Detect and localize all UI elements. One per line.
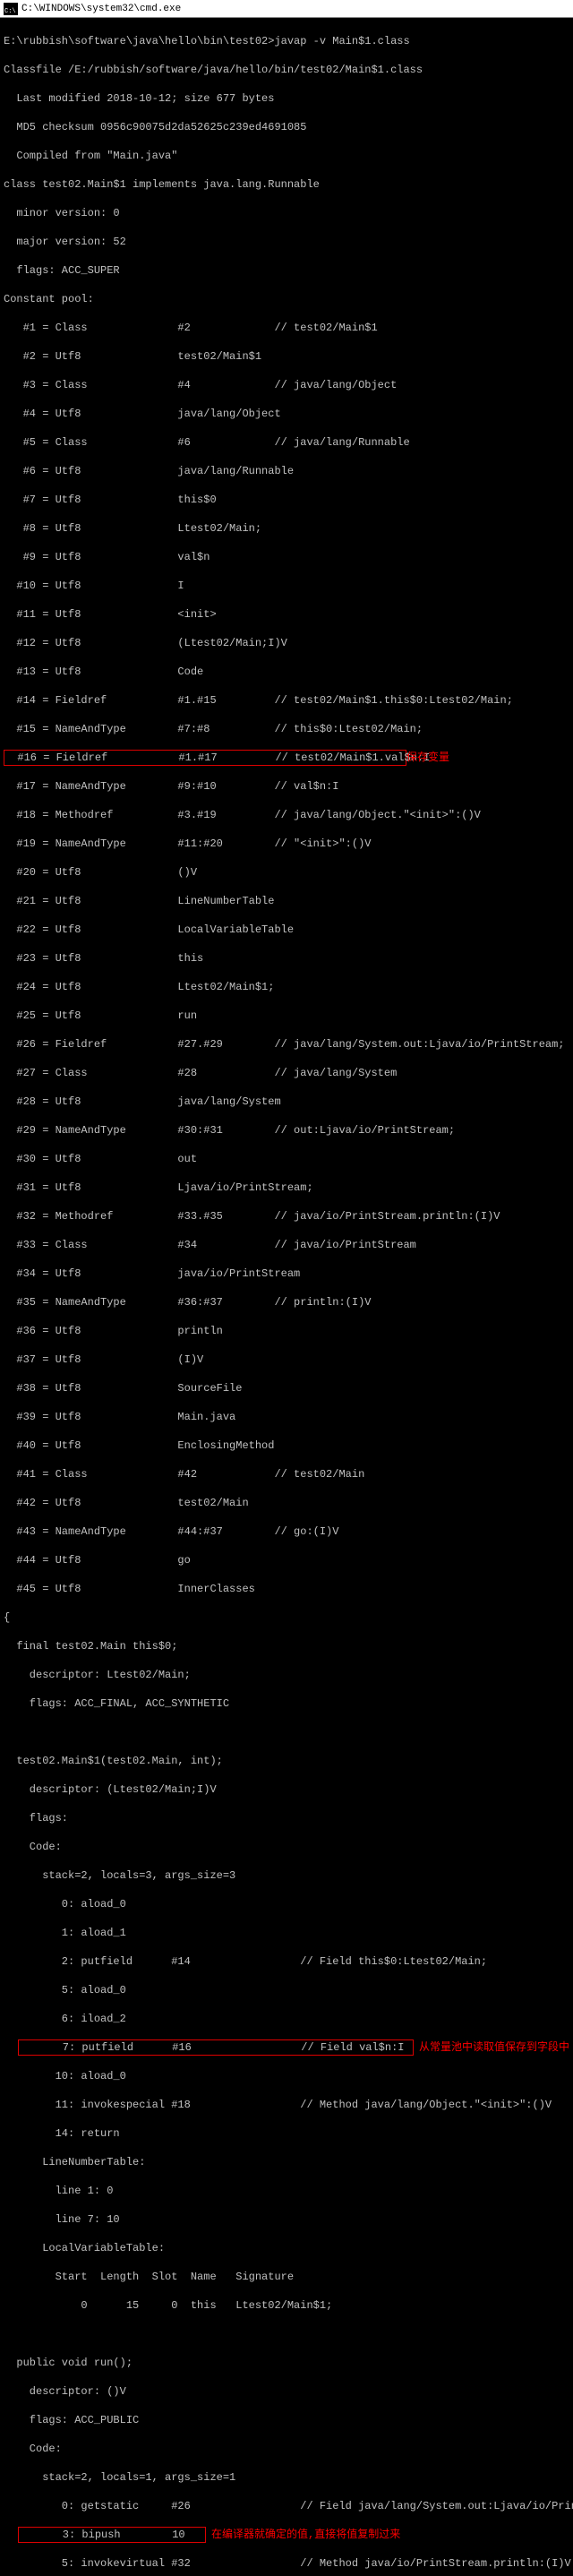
cp-entry: #34 = Utf8 java/io/PrintStream — [4, 1267, 569, 1281]
cp-entry: #30 = Utf8 out — [4, 1152, 569, 1166]
cp-entry: #40 = Utf8 EnclosingMethod — [4, 1438, 569, 1453]
output-line: Classfile /E:/rubbish/software/java/hell… — [4, 63, 569, 77]
output-line: LineNumberTable: — [4, 2155, 569, 2169]
output-line: flags: ACC_PUBLIC — [4, 2413, 569, 2427]
blank-line — [4, 1725, 569, 1739]
cp-entry: #28 = Utf8 java/lang/System — [4, 1095, 569, 1109]
cp-entry: #7 = Utf8 this$0 — [4, 493, 569, 507]
output-line: LocalVariableTable: — [4, 2241, 569, 2255]
output-line: public void run(); — [4, 2356, 569, 2370]
cp-entry: #15 = NameAndType #7:#8 // this$0:Ltest0… — [4, 722, 569, 736]
output-line: flags: ACC_SUPER — [4, 263, 569, 278]
cp-entry: #13 = Utf8 Code — [4, 665, 569, 679]
output-line: MD5 checksum 0956c90075d2da52625c239ed46… — [4, 120, 569, 134]
blank-line — [4, 2327, 569, 2341]
output-line: major version: 52 — [4, 235, 569, 249]
cp-entry: #24 = Utf8 Ltest02/Main$1; — [4, 980, 569, 994]
bytecode-line: 5: invokevirtual #32 // Method java/io/P… — [4, 2556, 569, 2571]
output-line: test02.Main$1(test02.Main, int); — [4, 1754, 569, 1768]
cp-entry: #17 = NameAndType #9:#10 // val$n:I — [4, 779, 569, 794]
highlight-box: #16 = Fieldref #1.#17 // test02/Main$1.v… — [4, 750, 406, 766]
bytecode-line: 3: bipush 10 — [4, 2528, 205, 2542]
bytecode-line: 0: aload_0 — [4, 1897, 569, 1911]
output-line: flags: ACC_FINAL, ACC_SYNTHETIC — [4, 1696, 569, 1711]
cp-entry: #6 = Utf8 java/lang/Runnable — [4, 464, 569, 478]
cp-entry: #32 = Methodref #33.#35 // java/io/Print… — [4, 1209, 569, 1224]
cp-entry: #26 = Fieldref #27.#29 // java/lang/Syst… — [4, 1037, 569, 1052]
cp-entry: #33 = Class #34 // java/io/PrintStream — [4, 1238, 569, 1252]
window-titlebar: C:\WINDOWS\system32\cmd.exe — [0, 0, 573, 18]
annotation-label: 保存变量 — [406, 751, 449, 765]
bytecode-line: 11: invokespecial #18 // Method java/lan… — [4, 2098, 569, 2112]
cp-entry: #27 = Class #28 // java/lang/System — [4, 1066, 569, 1080]
output-line: line 1: 0 — [4, 2184, 569, 2198]
output-line: Code: — [4, 1840, 569, 1854]
output-line: class test02.Main$1 implements java.lang… — [4, 177, 569, 192]
cp-entry: #21 = Utf8 LineNumberTable — [4, 894, 569, 908]
cp-entry: #38 = Utf8 SourceFile — [4, 1381, 569, 1395]
cp-entry: #23 = Utf8 this — [4, 951, 569, 966]
cp-entry: #39 = Utf8 Main.java — [4, 1410, 569, 1424]
output-line: descriptor: Ltest02/Main; — [4, 1668, 569, 1682]
cp-entry: #43 = NameAndType #44:#37 // go:(I)V — [4, 1524, 569, 1539]
cp-entry: #31 = Utf8 Ljava/io/PrintStream; — [4, 1181, 569, 1195]
cp-entry: #29 = NameAndType #30:#31 // out:Ljava/i… — [4, 1123, 569, 1138]
annotation-label: 在编译器就确定的值,直接将值复制过来 — [211, 2528, 400, 2542]
highlight-box: 7: putfield #16 // Field val$n:I — [18, 2039, 414, 2056]
prompt-line: E:\rubbish\software\java\hello\bin\test0… — [4, 34, 569, 48]
output-line: Last modified 2018-10-12; size 677 bytes — [4, 91, 569, 106]
output-line: 0 15 0 this Ltest02/Main$1; — [4, 2298, 569, 2313]
bytecode-line: 7: putfield #16 // Field val$n:I — [4, 2040, 413, 2055]
cp-entry: #4 = Utf8 java/lang/Object — [4, 407, 569, 421]
output-line: { — [4, 1610, 569, 1625]
output-line: Compiled from "Main.java" — [4, 149, 569, 163]
cp-entry: #8 = Utf8 Ltest02/Main; — [4, 521, 569, 536]
cp-entry: #10 = Utf8 I — [4, 579, 569, 593]
cp-entry: #16 = Fieldref #1.#17 // test02/Main$1.v… — [4, 751, 406, 765]
cp-entry: #45 = Utf8 InnerClasses — [4, 1582, 569, 1596]
cp-entry: #2 = Utf8 test02/Main$1 — [4, 349, 569, 364]
bytecode-line: 14: return — [4, 2126, 569, 2141]
cp-entry: #14 = Fieldref #1.#15 // test02/Main$1.t… — [4, 693, 569, 708]
cp-entry: #5 = Class #6 // java/lang/Runnable — [4, 435, 569, 450]
cp-entry: #12 = Utf8 (Ltest02/Main;I)V — [4, 636, 569, 650]
output-line: flags: — [4, 1811, 569, 1825]
output-line: stack=2, locals=3, args_size=3 — [4, 1868, 569, 1883]
cp-entry: #3 = Class #4 // java/lang/Object — [4, 378, 569, 392]
output-line: final test02.Main this$0; — [4, 1639, 569, 1653]
bytecode-line: 6: iload_2 — [4, 2012, 569, 2026]
output-line: Code: — [4, 2442, 569, 2456]
cp-entry: #42 = Utf8 test02/Main — [4, 1496, 569, 1510]
output-line: Constant pool: — [4, 292, 569, 306]
terminal-content[interactable]: E:\rubbish\software\java\hello\bin\test0… — [0, 18, 573, 2576]
bytecode-line: 5: aload_0 — [4, 1983, 569, 1997]
cp-entry: #19 = NameAndType #11:#20 // "<init>":()… — [4, 837, 569, 851]
cp-entry: #9 = Utf8 val$n — [4, 550, 569, 564]
output-line: minor version: 0 — [4, 206, 569, 220]
window-title: C:\WINDOWS\system32\cmd.exe — [21, 2, 181, 16]
annotation-label: 从常量池中读取值保存到字段中 — [419, 2040, 569, 2055]
output-line: descriptor: (Ltest02/Main;I)V — [4, 1782, 569, 1797]
bytecode-line: 2: putfield #14 // Field this$0:Ltest02/… — [4, 1954, 569, 1969]
bytecode-line: 0: getstatic #26 // Field java/lang/Syst… — [4, 2499, 569, 2513]
cp-entry: #11 = Utf8 <init> — [4, 607, 569, 622]
output-line: Start Length Slot Name Signature — [4, 2270, 569, 2284]
bytecode-line: 10: aload_0 — [4, 2069, 569, 2083]
cp-entry: #1 = Class #2 // test02/Main$1 — [4, 321, 569, 335]
output-line: line 7: 10 — [4, 2212, 569, 2227]
cp-entry: #25 = Utf8 run — [4, 1009, 569, 1023]
cp-entry: #44 = Utf8 go — [4, 1553, 569, 1567]
cp-entry: #20 = Utf8 ()V — [4, 865, 569, 880]
cp-entry: #36 = Utf8 println — [4, 1324, 569, 1338]
cp-entry: #18 = Methodref #3.#19 // java/lang/Obje… — [4, 808, 569, 822]
highlight-box: 3: bipush 10 — [18, 2527, 206, 2543]
cp-entry: #22 = Utf8 LocalVariableTable — [4, 923, 569, 937]
cp-entry: #37 = Utf8 (I)V — [4, 1352, 569, 1367]
output-line: stack=2, locals=1, args_size=1 — [4, 2470, 569, 2485]
output-line: descriptor: ()V — [4, 2384, 569, 2399]
bytecode-line: 1: aload_1 — [4, 1926, 569, 1940]
cp-entry: #35 = NameAndType #36:#37 // println:(I)… — [4, 1295, 569, 1309]
cmd-icon — [4, 3, 18, 15]
cp-entry: #41 = Class #42 // test02/Main — [4, 1467, 569, 1481]
